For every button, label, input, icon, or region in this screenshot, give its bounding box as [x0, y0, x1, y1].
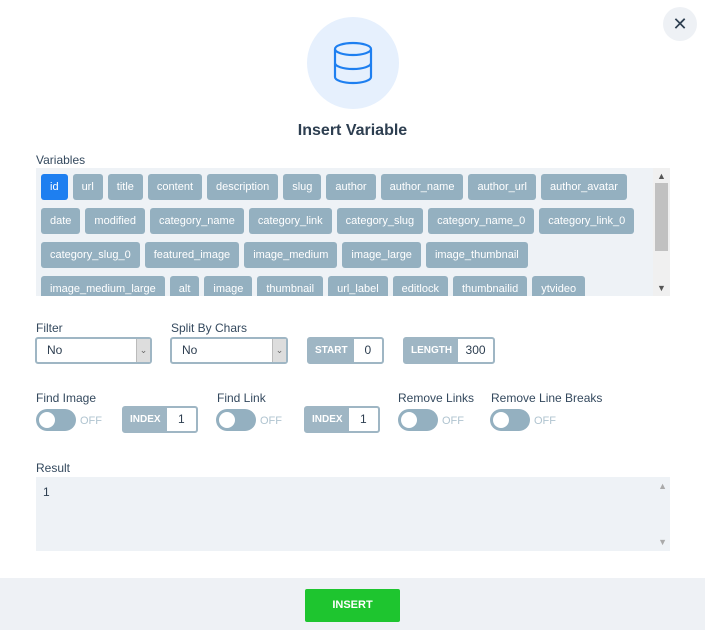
variable-chip-id[interactable]: id: [41, 174, 68, 200]
toggle-state: OFF: [80, 415, 102, 427]
variable-chip-image[interactable]: image: [204, 276, 253, 296]
variable-chip-alt[interactable]: alt: [169, 276, 200, 296]
filter-select[interactable]: No ⌄: [35, 337, 152, 364]
variable-chip-image_large[interactable]: image_large: [342, 242, 421, 268]
variable-chip-category_name_0[interactable]: category_name_0: [428, 208, 535, 234]
toggle-state: OFF: [442, 415, 464, 427]
variable-chip-editlock[interactable]: editlock: [392, 276, 448, 296]
remove-links-label: Remove Links: [398, 391, 475, 405]
variable-chip-image_medium[interactable]: image_medium: [244, 242, 338, 268]
chevron-down-icon: ⌄: [136, 339, 150, 362]
variable-chip-author[interactable]: author: [326, 174, 376, 200]
variable-chip-url[interactable]: url: [72, 174, 103, 200]
scroll-down-icon[interactable]: ▼: [653, 283, 670, 293]
variable-chip-slug[interactable]: slug: [283, 174, 322, 200]
start-input[interactable]: START 0: [307, 337, 384, 364]
variable-chip-url_label[interactable]: url_label: [328, 276, 388, 296]
dialog-title: Insert Variable: [297, 122, 408, 139]
variable-chip-category_name[interactable]: category_name: [150, 208, 244, 234]
find-link-label: Find Link: [217, 391, 266, 405]
scrollbar[interactable]: ▲ ▼: [653, 168, 670, 296]
scroll-down-icon[interactable]: ▼: [658, 537, 667, 547]
filter-label: Filter: [36, 321, 63, 335]
split-label: Split By Chars: [171, 321, 248, 335]
find-link-index[interactable]: INDEX 1: [304, 406, 380, 433]
chevron-down-icon: ⌄: [272, 339, 286, 362]
length-input[interactable]: LENGTH 300: [403, 337, 495, 364]
variable-chip-thumbnailid[interactable]: thumbnailid: [452, 276, 528, 296]
variable-chip-category_link[interactable]: category_link: [248, 208, 332, 234]
scroll-up-icon[interactable]: ▲: [653, 171, 670, 181]
toggle-state: OFF: [534, 415, 556, 427]
find-image-index[interactable]: INDEX 1: [122, 406, 198, 433]
insert-button[interactable]: INSERT: [305, 589, 400, 622]
find-image-toggle[interactable]: [36, 409, 76, 431]
variable-chip-category_slug_0[interactable]: category_slug_0: [41, 242, 140, 268]
database-icon: [307, 17, 399, 109]
close-icon: ✕: [672, 13, 688, 34]
close-button[interactable]: ✕: [663, 7, 697, 41]
scroll-up-icon[interactable]: ▲: [658, 481, 667, 491]
remove-links-toggle[interactable]: [398, 409, 438, 431]
variable-chip-ytvideo[interactable]: ytvideo: [532, 276, 586, 296]
remove-line-breaks-toggle[interactable]: [490, 409, 530, 431]
variable-chip-category_slug[interactable]: category_slug: [336, 208, 424, 234]
variable-chip-modified[interactable]: modified: [85, 208, 145, 234]
find-link-toggle[interactable]: [216, 409, 256, 431]
variable-chip-image_thumbnail[interactable]: image_thumbnail: [425, 242, 528, 268]
variable-chip-author_url[interactable]: author_url: [468, 174, 536, 200]
remove-line-breaks-label: Remove Line Breaks: [491, 391, 603, 405]
find-image-label: Find Image: [36, 391, 97, 405]
split-select[interactable]: No ⌄: [170, 337, 288, 364]
variable-chip-date[interactable]: date: [41, 208, 81, 234]
variable-chip-featured_image[interactable]: featured_image: [144, 242, 240, 268]
variable-chip-author_name[interactable]: author_name: [380, 174, 464, 200]
variable-chip-thumbnail[interactable]: thumbnail: [257, 276, 324, 296]
variables-label: Variables: [36, 153, 86, 167]
variable-chip-title[interactable]: title: [107, 174, 143, 200]
variable-chip-image_medium_large[interactable]: image_medium_large: [41, 276, 165, 296]
variables-list: id url title content description slug author au…: [36, 168, 670, 296]
variable-chip-category_link_0[interactable]: category_link_0: [539, 208, 635, 234]
result-label: Result: [36, 461, 71, 475]
variable-chip-content[interactable]: content: [147, 174, 203, 200]
toggle-state: OFF: [260, 415, 282, 427]
variable-chip-author_avatar[interactable]: author_avatar: [540, 174, 627, 200]
variable-chip-description[interactable]: description: [207, 174, 279, 200]
result-textarea[interactable]: 1 ▲ ▼: [36, 477, 670, 551]
